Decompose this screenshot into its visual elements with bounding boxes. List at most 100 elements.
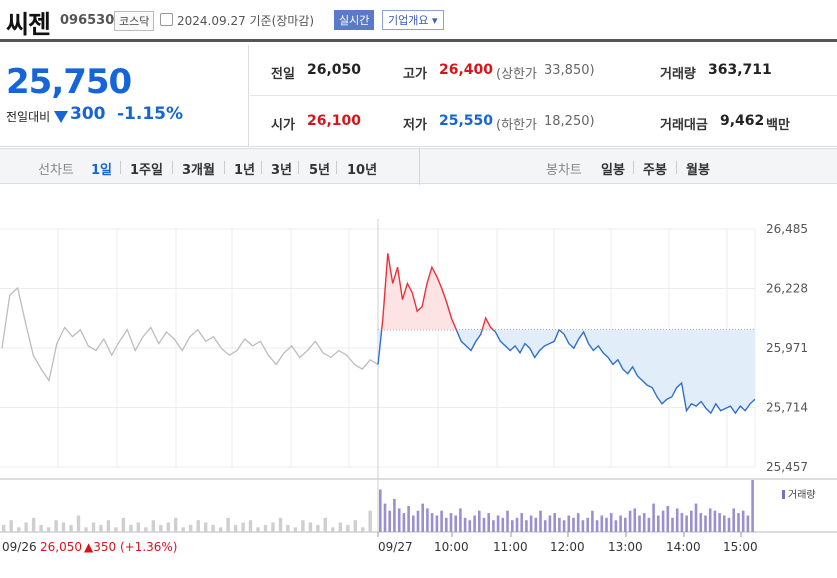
prev-volume-bar: [301, 520, 305, 532]
tab-divider: [172, 161, 173, 174]
prev-day-close: 26,050: [40, 540, 82, 554]
volume-bar: [416, 510, 420, 532]
tab-3y[interactable]: 3년: [271, 159, 292, 178]
prev-volume-bar: [308, 522, 313, 532]
tab-divider: [298, 161, 299, 174]
prev-volume-bar: [17, 527, 21, 532]
prev-day-date: 09/26: [2, 540, 37, 554]
realtime-button[interactable]: 실시간: [334, 10, 375, 30]
prev-volume-bar: [353, 520, 357, 532]
tab-monthly-candle[interactable]: 월봉: [686, 159, 710, 178]
base-date: 2024.09.27 기준(장마감): [177, 14, 315, 28]
volume-bar: [539, 510, 542, 532]
tab-10y[interactable]: 10년: [347, 159, 377, 178]
prev-volume-bar: [151, 520, 155, 532]
volume-bar: [454, 515, 457, 532]
volume-bar: [661, 510, 665, 532]
volume-bar: [685, 515, 688, 532]
high-value: 26,400: [439, 62, 494, 78]
prev-volume-bar: [39, 524, 43, 532]
volume-bar: [666, 506, 670, 532]
volume-bar: [624, 517, 627, 532]
volume-bar: [609, 513, 613, 532]
tab-daily-candle[interactable]: 일봉: [601, 159, 625, 178]
low-label: 저가: [403, 118, 427, 133]
prev-volume-bar: [106, 520, 111, 532]
prev-volume-bar: [91, 522, 96, 532]
change-percent: -1.15%: [117, 104, 184, 124]
volume-bar: [675, 508, 679, 532]
prev-volume-bar: [69, 524, 73, 532]
lower-limit-label: (하한가: [496, 118, 537, 133]
volume-bar: [619, 515, 622, 532]
tab-5y[interactable]: 5년: [309, 159, 330, 178]
x-tick-label: 15:00: [723, 540, 758, 554]
overview-label: 기업개요: [388, 14, 429, 27]
volume-bar: [529, 515, 533, 532]
chart-period-tabs: 선차트 1일 1주일 3개월 1년 3년 5년 10년 봉차트 일봉 주봉 월봉: [0, 148, 837, 185]
volume-bar: [449, 513, 453, 532]
prev-volume-bar: [331, 527, 335, 532]
volume-bar: [737, 513, 740, 532]
clock-icon: [160, 13, 173, 26]
high-label: 고가: [403, 67, 427, 82]
candle-chart-label: 봉차트: [546, 163, 582, 178]
y-tick-label: 25,971: [766, 341, 808, 355]
stock-code: 096530: [60, 13, 115, 28]
tab-divider: [633, 161, 634, 174]
volume-bar: [605, 517, 608, 532]
change-value: 300: [70, 104, 106, 124]
volume-bar: [492, 520, 495, 532]
prev-volume-bar: [271, 522, 275, 532]
trade-amount-label: 거래대금: [660, 118, 708, 133]
prev-volume-bar: [181, 527, 185, 532]
volume-bar: [421, 503, 424, 532]
prev-volume-bar: [316, 524, 320, 532]
volume-bar: [553, 513, 556, 532]
prev-volume-bar: [204, 522, 208, 532]
prev-volume-bar: [84, 527, 88, 532]
prev-close-value: 26,050: [307, 62, 362, 78]
prev-volume-bar: [24, 522, 28, 532]
volume-bar: [558, 517, 561, 532]
volume-bar: [633, 508, 637, 532]
tab-3m[interactable]: 3개월: [182, 159, 215, 178]
prev-volume-bar: [129, 524, 133, 532]
volume-bar: [511, 520, 514, 532]
volume-bar: [595, 520, 599, 532]
upper-limit-label: (상한가: [496, 67, 537, 82]
prev-volume-bar: [211, 524, 215, 532]
volume-bar: [746, 515, 750, 532]
prev-volume-bar: [54, 520, 58, 532]
volume-bar: [647, 517, 651, 532]
volume-bar: [445, 517, 448, 532]
tab-weekly-candle[interactable]: 주봉: [643, 159, 667, 178]
company-overview-dropdown[interactable]: 기업개요 ▾: [382, 10, 444, 30]
volume-bar: [690, 510, 693, 532]
tab-1y[interactable]: 1년: [234, 159, 255, 178]
stats-divider: [250, 95, 837, 96]
volume-bar: [723, 515, 726, 532]
volume-bar: [581, 520, 585, 532]
prev-volume-bar: [114, 527, 118, 532]
volume-bar: [741, 510, 745, 532]
y-tick-label: 25,457: [766, 460, 808, 474]
volume-bar: [572, 517, 575, 532]
prev-volume-bar: [286, 524, 290, 532]
open-value: 26,100: [307, 113, 362, 129]
y-tick-label: 25,714: [766, 401, 808, 415]
prev-volume-bar: [263, 524, 268, 532]
volume-bar: [482, 517, 486, 532]
x-tick-label: 10:00: [434, 540, 469, 554]
stats-grid: [250, 45, 837, 147]
tab-1w[interactable]: 1주일: [130, 159, 163, 178]
chevron-down-icon: ▾: [431, 14, 438, 27]
volume-bar: [463, 517, 467, 532]
prev-volume-bar: [346, 524, 350, 532]
y-tick-label: 26,228: [766, 282, 808, 296]
prev-volume-bar: [241, 522, 245, 532]
tab-1d[interactable]: 1일: [91, 159, 112, 178]
market-badge: 코스닥: [114, 11, 155, 31]
prev-volume-bar: [46, 527, 51, 532]
volume-bar: [402, 513, 406, 532]
